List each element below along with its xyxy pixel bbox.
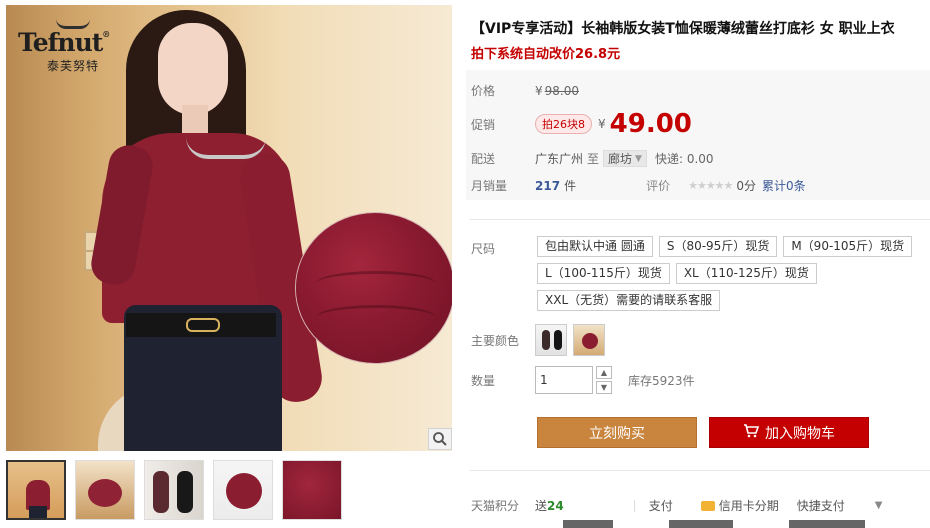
main-product-image[interactable]: Tefnut® 泰芙努特 [6, 5, 452, 451]
promo-badge: 拍26块8 [535, 114, 592, 134]
fabric-swatch [296, 213, 452, 363]
cut-off-tag [563, 520, 613, 528]
promo-price: 49.00 [609, 109, 692, 139]
brand-logo: Tefnut® 泰芙努特 [18, 19, 128, 74]
size-options: 包由默认中通 圆通 S（80-95斤）现货 M（90-105斤）现货 L（100… [537, 236, 927, 311]
promo-row: 促销 拍26块8 ¥ 49.00 [471, 111, 692, 137]
color-label: 主要颜色 [471, 333, 520, 348]
color-row: 主要颜色 [471, 324, 611, 356]
footer-row: 天猫积分 送 24 支付 信用卡分期 快捷支付 ▼ [471, 497, 882, 514]
buy-now-button[interactable]: 立刻购买 [537, 417, 697, 448]
model-face [158, 23, 228, 115]
rating-stars-icon: ★★★★★ [688, 179, 733, 192]
points-label: 天猫积分 [471, 499, 520, 513]
thumbnail-2[interactable] [75, 460, 135, 520]
add-to-cart-button[interactable]: 加入购物车 [709, 417, 869, 448]
rating-score: 0分 [736, 179, 757, 193]
brand-subtitle: 泰芙努特 [46, 59, 99, 73]
promo-currency: ¥ [598, 117, 606, 131]
belt-buckle [186, 318, 220, 332]
original-price: 98.00 [544, 83, 579, 98]
credit-card-installment[interactable]: 信用卡分期 [719, 497, 779, 514]
pay-label: 支付 [648, 499, 673, 513]
sales-unit: 件 [564, 179, 577, 193]
delivery-label: 配送 [471, 152, 496, 166]
quantity-label: 数量 [471, 373, 496, 388]
ship-from: 广东广州 [535, 152, 584, 166]
color-option-2[interactable] [573, 324, 605, 356]
magnifier-icon [433, 432, 447, 446]
chevron-down-icon[interactable]: ▼ [875, 500, 883, 511]
divider [470, 219, 930, 220]
quantity-input[interactable] [535, 366, 593, 394]
size-option[interactable]: XL（110-125斤）现货 [675, 263, 817, 284]
thumbnail-strip [6, 460, 342, 522]
quantity-stepper: ▲ ▼ [596, 366, 612, 394]
price-currency: ¥ [535, 83, 543, 98]
thumbnail-5[interactable] [282, 460, 342, 520]
review-count-link[interactable]: 累计0条 [762, 177, 806, 194]
shipping-fee: 快递: 0.00 [654, 152, 714, 166]
price-label: 价格 [471, 84, 496, 98]
destination-value: 廊坊 [608, 152, 633, 166]
size-option[interactable]: L（100-115斤）现货 [537, 263, 670, 284]
promo-label: 促销 [471, 117, 496, 132]
cut-off-row [471, 520, 926, 528]
product-subtitle: 拍下系统自动改价26.8元 [471, 47, 621, 62]
size-label: 尺码 [471, 242, 496, 256]
chevron-down-icon: ▼ [635, 153, 642, 164]
cart-icon [743, 423, 760, 442]
destination-select[interactable]: 廊坊 ▼ [603, 150, 647, 167]
ship-to-label: 至 [587, 152, 600, 166]
brand-name: Tefnut® [18, 28, 110, 57]
credit-card-icon [700, 500, 715, 511]
thumbnail-4[interactable] [213, 460, 273, 520]
delivery-row: 配送 广东广州 至 廊坊 ▼ 快递: 0.00 [471, 150, 714, 167]
divider [470, 470, 930, 471]
size-option[interactable]: S（80-95斤）现货 [658, 236, 778, 257]
chevron-up-icon[interactable]: ▲ [596, 366, 612, 379]
fast-pay[interactable]: 快捷支付 [797, 497, 845, 514]
quantity-row: 数量 ▲ ▼ 库存5923件 [471, 366, 695, 394]
stock-count: 库存5923件 [628, 373, 695, 388]
size-option[interactable]: 包由默认中通 圆通 [537, 236, 653, 257]
sales-label: 月销量 [471, 179, 508, 193]
product-title: 【VIP专享活动】长袖韩版女装T恤保暖薄绒蕾丝打底衫 女 职业上衣 [471, 21, 895, 37]
price-row: 价格 ¥ 98.00 [471, 82, 579, 99]
size-label-row: 尺码 [471, 240, 535, 257]
cut-off-tag [789, 520, 865, 528]
add-to-cart-label: 加入购物车 [765, 425, 835, 442]
cut-off-tag [669, 520, 733, 528]
monthly-sales: 217 [535, 178, 561, 193]
zoom-button[interactable] [428, 428, 452, 450]
footer-separator [633, 499, 635, 512]
buy-now-label: 立刻购买 [589, 425, 645, 442]
points-prefix: 送 [535, 499, 548, 513]
thumbnail-1[interactable] [6, 460, 66, 520]
points-value: 24 [547, 498, 564, 513]
size-option[interactable]: M（90-105斤）现货 [783, 236, 913, 257]
rating-label: 评价 [646, 179, 671, 193]
color-option-1[interactable] [535, 324, 567, 356]
size-option[interactable]: XXL（无货）需要的请联系客服 [537, 290, 721, 311]
sales-row: 月销量 217 件 评价 ★★★★★ 0分 累计0条 [471, 177, 806, 194]
chevron-down-icon[interactable]: ▼ [596, 381, 612, 394]
thumbnail-3[interactable] [144, 460, 204, 520]
lace-collar [186, 137, 266, 159]
